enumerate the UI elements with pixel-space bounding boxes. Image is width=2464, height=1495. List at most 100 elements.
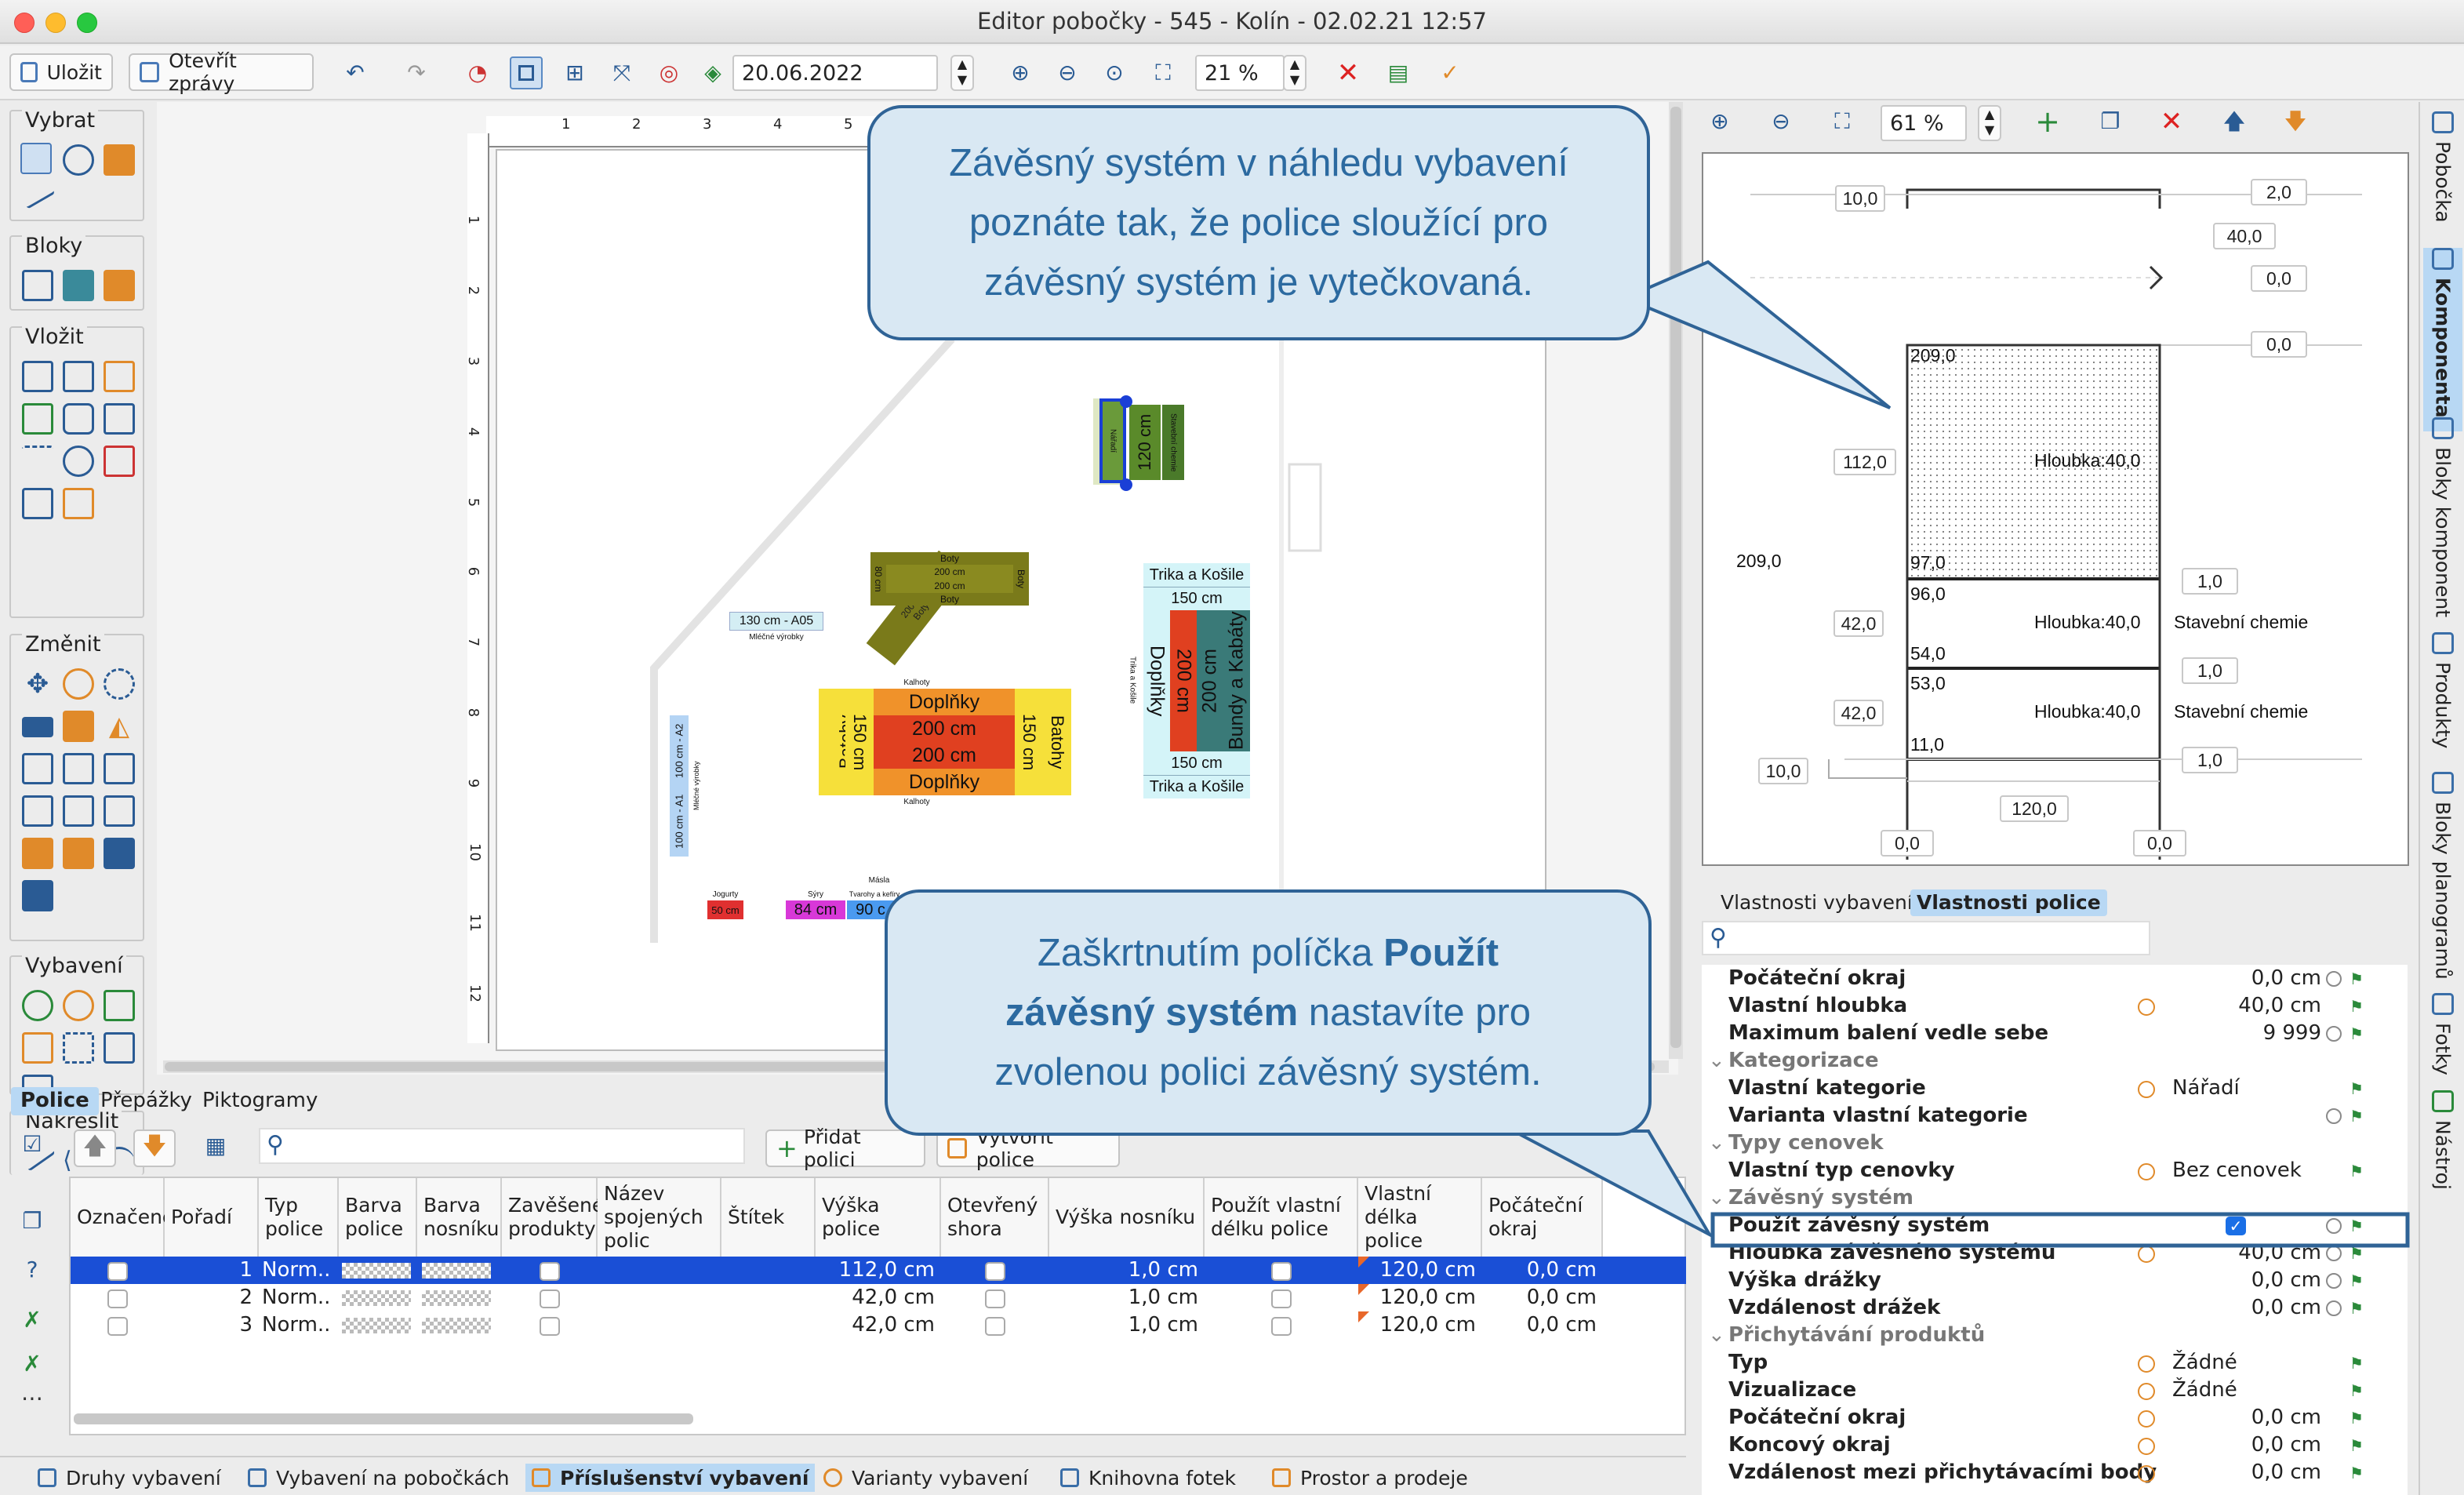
date-stepper[interactable]: ▲ ▼ xyxy=(950,55,974,91)
shirts-bottom-block[interactable]: Trika a Košile xyxy=(1143,775,1250,798)
accessories-top-block[interactable]: Doplňky xyxy=(874,689,1015,715)
arrange-3-icon[interactable] xyxy=(104,838,135,869)
column-header[interactable]: Označené xyxy=(71,1178,174,1257)
equipment-edit-icon[interactable] xyxy=(104,990,135,1021)
redo-icon[interactable]: ↷ xyxy=(403,60,430,86)
module-equipment-accessories[interactable]: Příslušenství vybavení xyxy=(525,1464,816,1492)
zoom-stepper[interactable]: ▲ ▼ xyxy=(1283,55,1307,91)
table-horizontal-scrollbar[interactable] xyxy=(74,1413,693,1424)
open-top-checkbox[interactable] xyxy=(985,1317,1005,1336)
move-up-icon[interactable]: 🡅 xyxy=(2221,108,2248,135)
preview-zoom-out-icon[interactable]: ⊖ xyxy=(1768,108,1794,135)
equipment-select-icon[interactable] xyxy=(63,1032,94,1064)
hanging-products-checkbox[interactable] xyxy=(540,1317,560,1336)
accessories-vertical-block[interactable]: Doplňky xyxy=(1143,610,1170,751)
inherit-icon[interactable] xyxy=(2326,1246,2342,1261)
canvas-vertical-scroll-thumb[interactable] xyxy=(1670,107,1681,1048)
zoom-fit-icon[interactable]: ⛶ xyxy=(1150,60,1176,86)
vtab-tool[interactable]: Nástroj xyxy=(2423,1090,2462,1200)
vtab-branch[interactable]: Pobočka xyxy=(2423,111,2462,245)
override-flag-icon[interactable]: ⚑ xyxy=(2350,1355,2367,1372)
rotate-icon[interactable] xyxy=(104,668,135,700)
inherit-icon[interactable] xyxy=(2326,971,2342,987)
inherit-icon[interactable] xyxy=(2326,1300,2342,1316)
move-icon[interactable]: ✥ xyxy=(22,668,53,700)
dairy-a1-block[interactable]: 100 cm - A1 xyxy=(670,786,689,857)
layer-tool-icon[interactable] xyxy=(104,144,135,176)
property-group-header[interactable]: ⌄ Přichytávání produktů xyxy=(1702,1322,2408,1349)
insert-dimension-icon[interactable] xyxy=(22,446,53,461)
override-flag-icon[interactable]: ⚑ xyxy=(2350,1437,2367,1454)
tab-pictograms[interactable]: Piktogramy xyxy=(193,1087,327,1115)
property-value[interactable]: 0,0 cm xyxy=(2157,1267,2321,1294)
reset-default-icon[interactable] xyxy=(2138,1438,2155,1455)
reset-default-icon[interactable] xyxy=(2138,1410,2155,1428)
confirm-icon[interactable]: ✓ xyxy=(1437,60,1463,86)
open-top-checkbox[interactable] xyxy=(985,1262,1005,1281)
uncheck-icon[interactable]: ✗ xyxy=(19,1307,45,1333)
module-equipment-types[interactable]: Druhy vybavení xyxy=(31,1464,227,1492)
shirts-top-block[interactable]: Trika a Košile xyxy=(1143,563,1250,587)
tab-equipment-properties[interactable]: Vlastnosti vybavení xyxy=(1714,889,1919,916)
insert-rack-icon[interactable] xyxy=(63,361,94,392)
vtab-component[interactable]: Komponenta xyxy=(2423,248,2462,431)
property-value[interactable]: 0,0 cm xyxy=(2157,1431,2321,1459)
remove-shelf-icon[interactable]: ✕ xyxy=(2158,108,2185,135)
property-value[interactable]: 0,0 cm xyxy=(2157,1294,2321,1322)
open-reports-button[interactable]: Otevřít zprávy xyxy=(129,49,314,95)
dairy-a2-block[interactable]: 100 cm - A2 xyxy=(670,715,689,786)
module-space-sales[interactable]: Prostor a prodeje xyxy=(1266,1464,1474,1492)
column-header[interactable]: Počáteční okraj xyxy=(1482,1178,1603,1257)
selection-handle-bottom[interactable] xyxy=(1120,478,1132,491)
cheese-84-block[interactable]: 84 cm xyxy=(786,900,845,919)
tools-shelf-block[interactable]: Nářadí xyxy=(1099,398,1126,483)
align-bottom-icon[interactable] xyxy=(104,795,135,827)
column-header[interactable]: Pořadí xyxy=(165,1178,259,1257)
reset-default-icon[interactable] xyxy=(2138,1246,2155,1263)
override-flag-icon[interactable]: ⚑ xyxy=(2350,1217,2367,1235)
reset-default-icon[interactable] xyxy=(2138,1081,2155,1098)
column-header[interactable]: Barva police xyxy=(339,1178,417,1257)
table-search-input[interactable]: ⚲ xyxy=(259,1128,745,1164)
tab-shelf-properties[interactable]: Vlastnosti police xyxy=(1910,889,2107,916)
snap-grid-icon[interactable]: ⊞ xyxy=(561,60,588,86)
distribute-v-icon[interactable] xyxy=(63,753,94,784)
tab-dividers[interactable]: Přepážky xyxy=(91,1087,202,1115)
block-icon[interactable] xyxy=(22,270,53,301)
layout-toggle-icon[interactable] xyxy=(510,56,543,89)
reset-default-icon[interactable] xyxy=(2138,1383,2155,1400)
zoom-field[interactable]: 21 % xyxy=(1195,55,1285,91)
preview-zoom-field[interactable]: 61 % xyxy=(1881,105,1967,141)
override-flag-icon[interactable]: ⚑ xyxy=(2350,1382,2367,1399)
property-value[interactable]: 0,0 cm xyxy=(2157,1404,2321,1431)
canvas-vertical-scrollbar[interactable] xyxy=(1669,102,1683,1059)
undo-icon[interactable]: ↶ xyxy=(342,60,369,86)
preview-zoom-fit-icon[interactable]: ⛶ xyxy=(1829,108,1855,135)
arrange-2-icon[interactable] xyxy=(63,838,94,869)
property-value[interactable]: 40,0 cm xyxy=(2157,992,2321,1020)
properties-search-input[interactable]: ⚲ xyxy=(1702,921,2150,955)
zoom-out-icon[interactable]: ⊖ xyxy=(1054,60,1081,86)
chevron-down-icon[interactable]: ⌄ xyxy=(1708,1184,1725,1212)
module-equipment-variants[interactable]: Varianty vybavení xyxy=(817,1464,1034,1492)
save-button[interactable]: Uložit xyxy=(9,53,113,91)
marked-checkbox[interactable] xyxy=(107,1262,128,1281)
use-custom-length-checkbox[interactable] xyxy=(1271,1262,1292,1281)
vtab-photos[interactable]: Fotky xyxy=(2423,993,2462,1087)
column-header[interactable]: Štítek xyxy=(721,1178,816,1257)
insert-pdf-icon[interactable] xyxy=(104,446,135,477)
override-flag-icon[interactable]: ⚑ xyxy=(2350,1080,2367,1097)
property-value[interactable]: 0,0 cm xyxy=(2157,965,2321,992)
shelf-color-swatch[interactable] xyxy=(342,1290,411,1306)
selection-handle-top[interactable] xyxy=(1120,395,1132,408)
reset-default-icon[interactable] xyxy=(2138,1355,2155,1373)
rotate-tool-icon[interactable] xyxy=(63,144,94,176)
align-top-icon[interactable] xyxy=(22,795,53,827)
beam-color-swatch[interactable] xyxy=(422,1263,491,1279)
help-icon[interactable]: ? xyxy=(19,1257,45,1283)
preview-zoom-in-icon[interactable]: ⊕ xyxy=(1706,108,1733,135)
property-value[interactable]: Žádné xyxy=(2172,1349,2237,1377)
duplicate-icon[interactable]: ❐ xyxy=(19,1208,45,1235)
mirror-icon[interactable]: ◭ xyxy=(104,711,135,742)
date-field[interactable]: 20.06.2022 xyxy=(732,55,938,91)
